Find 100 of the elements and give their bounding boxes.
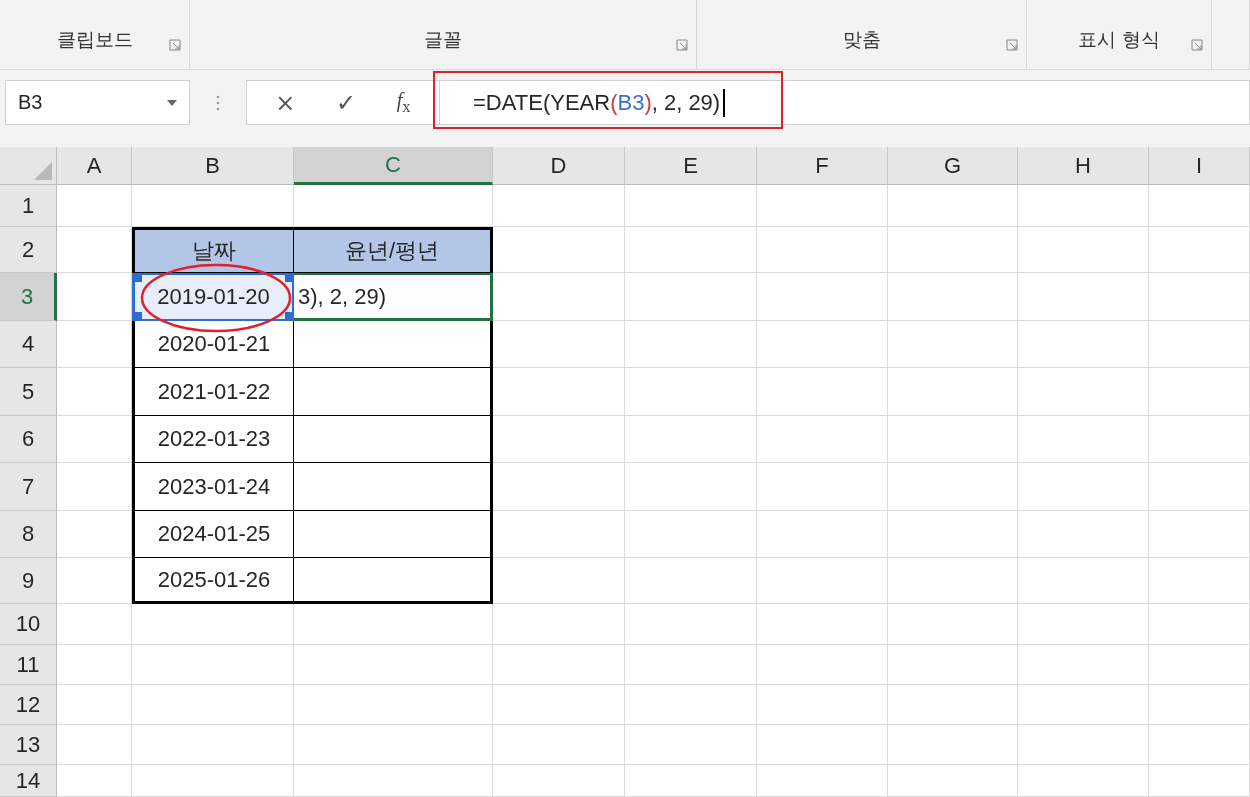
empty-cell[interactable] [294, 725, 493, 765]
empty-cell[interactable] [493, 725, 625, 765]
empty-cell[interactable] [1149, 604, 1250, 645]
empty-cell[interactable] [888, 463, 1018, 511]
empty-cell[interactable] [1149, 645, 1250, 685]
empty-cell[interactable] [1018, 185, 1149, 227]
empty-cell[interactable] [132, 604, 294, 645]
empty-cell[interactable] [888, 645, 1018, 685]
empty-cell[interactable] [294, 685, 493, 725]
empty-cell[interactable] [1018, 645, 1149, 685]
empty-cell[interactable] [625, 725, 757, 765]
empty-cell[interactable] [1018, 604, 1149, 645]
row-header[interactable]: 2 [0, 227, 57, 273]
empty-cell[interactable] [294, 604, 493, 645]
empty-cell[interactable] [888, 685, 1018, 725]
empty-cell[interactable] [888, 321, 1018, 368]
empty-cell[interactable] [1018, 511, 1149, 558]
empty-cell[interactable] [1018, 725, 1149, 765]
empty-cell[interactable] [294, 765, 493, 797]
empty-cell[interactable] [888, 511, 1018, 558]
cancel-button[interactable]: × [269, 88, 302, 117]
row-header[interactable]: 7 [0, 463, 57, 511]
empty-cell[interactable] [625, 368, 757, 416]
empty-cell[interactable] [132, 685, 294, 725]
insert-function-button[interactable]: f$_{x}$ [390, 88, 417, 117]
empty-cell[interactable] [757, 185, 888, 227]
empty-cell[interactable] [757, 463, 888, 511]
empty-cell[interactable] [625, 185, 757, 227]
empty-cell[interactable] [757, 511, 888, 558]
empty-cell[interactable] [625, 273, 757, 321]
empty-cell[interactable] [757, 321, 888, 368]
empty-cell[interactable] [1149, 185, 1250, 227]
row-header[interactable]: 8 [0, 511, 57, 558]
empty-cell[interactable] [757, 227, 888, 273]
row-header[interactable]: 10 [0, 604, 57, 645]
empty-cell[interactable] [757, 368, 888, 416]
row-header[interactable]: 9 [0, 558, 57, 604]
empty-cell[interactable] [757, 645, 888, 685]
empty-cell[interactable] [625, 645, 757, 685]
column-header[interactable]: A [57, 147, 132, 185]
empty-cell[interactable] [132, 725, 294, 765]
row-header[interactable]: 14 [0, 765, 57, 797]
name-box[interactable]: B3 [5, 80, 190, 126]
row-header[interactable]: 5 [0, 368, 57, 416]
empty-cell[interactable] [625, 416, 757, 463]
row-header[interactable]: 12 [0, 685, 57, 725]
dialog-launcher-icon[interactable] [676, 39, 688, 52]
empty-cell[interactable] [493, 185, 625, 227]
empty-cell[interactable] [1149, 463, 1250, 511]
empty-cell[interactable] [888, 765, 1018, 797]
empty-cell[interactable] [1018, 227, 1149, 273]
empty-cell[interactable] [1018, 558, 1149, 604]
empty-cell[interactable] [757, 685, 888, 725]
empty-cell[interactable] [625, 685, 757, 725]
column-header[interactable]: I [1149, 147, 1250, 185]
empty-cell[interactable] [1149, 368, 1250, 416]
dialog-launcher-icon[interactable] [169, 39, 181, 52]
select-all-corner[interactable] [0, 147, 57, 185]
empty-cell[interactable] [757, 725, 888, 765]
column-header[interactable]: B [132, 147, 294, 185]
empty-cell[interactable] [625, 765, 757, 797]
empty-cell[interactable] [493, 685, 625, 725]
empty-cell[interactable] [625, 511, 757, 558]
column-header[interactable]: C [294, 147, 493, 185]
row-header[interactable]: 1 [0, 185, 57, 227]
empty-cell[interactable] [1149, 685, 1250, 725]
empty-cell[interactable] [1149, 227, 1250, 273]
empty-cell[interactable] [888, 185, 1018, 227]
empty-cell[interactable] [1149, 511, 1250, 558]
empty-cell[interactable] [888, 725, 1018, 765]
empty-cell[interactable] [757, 765, 888, 797]
empty-cell[interactable] [493, 604, 625, 645]
enter-button[interactable]: ✓ [330, 88, 363, 117]
column-header[interactable]: D [493, 147, 625, 185]
empty-cell[interactable] [1149, 558, 1250, 604]
empty-cell[interactable] [1018, 765, 1149, 797]
empty-cell[interactable] [625, 463, 757, 511]
empty-cell[interactable] [625, 558, 757, 604]
empty-cell[interactable] [1149, 416, 1250, 463]
empty-cell[interactable] [1018, 273, 1149, 321]
empty-cell[interactable] [1018, 685, 1149, 725]
empty-cell[interactable] [888, 227, 1018, 273]
column-header[interactable]: H [1018, 147, 1149, 185]
row-header[interactable]: 11 [0, 645, 57, 685]
dialog-launcher-icon[interactable] [1006, 39, 1018, 52]
empty-cell[interactable] [888, 273, 1018, 321]
empty-cell[interactable] [757, 273, 888, 321]
empty-cell[interactable] [1149, 765, 1250, 797]
empty-cell[interactable] [1149, 273, 1250, 321]
column-header[interactable]: G [888, 147, 1018, 185]
row-header[interactable]: 13 [0, 725, 57, 765]
row-header[interactable]: 6 [0, 416, 57, 463]
empty-cell[interactable] [1149, 321, 1250, 368]
empty-cell[interactable] [1149, 725, 1250, 765]
column-header[interactable]: F [757, 147, 888, 185]
empty-cell[interactable] [757, 604, 888, 645]
empty-cell[interactable] [888, 604, 1018, 645]
empty-cell[interactable] [132, 765, 294, 797]
empty-cell[interactable] [1018, 368, 1149, 416]
empty-cell[interactable] [294, 645, 493, 685]
